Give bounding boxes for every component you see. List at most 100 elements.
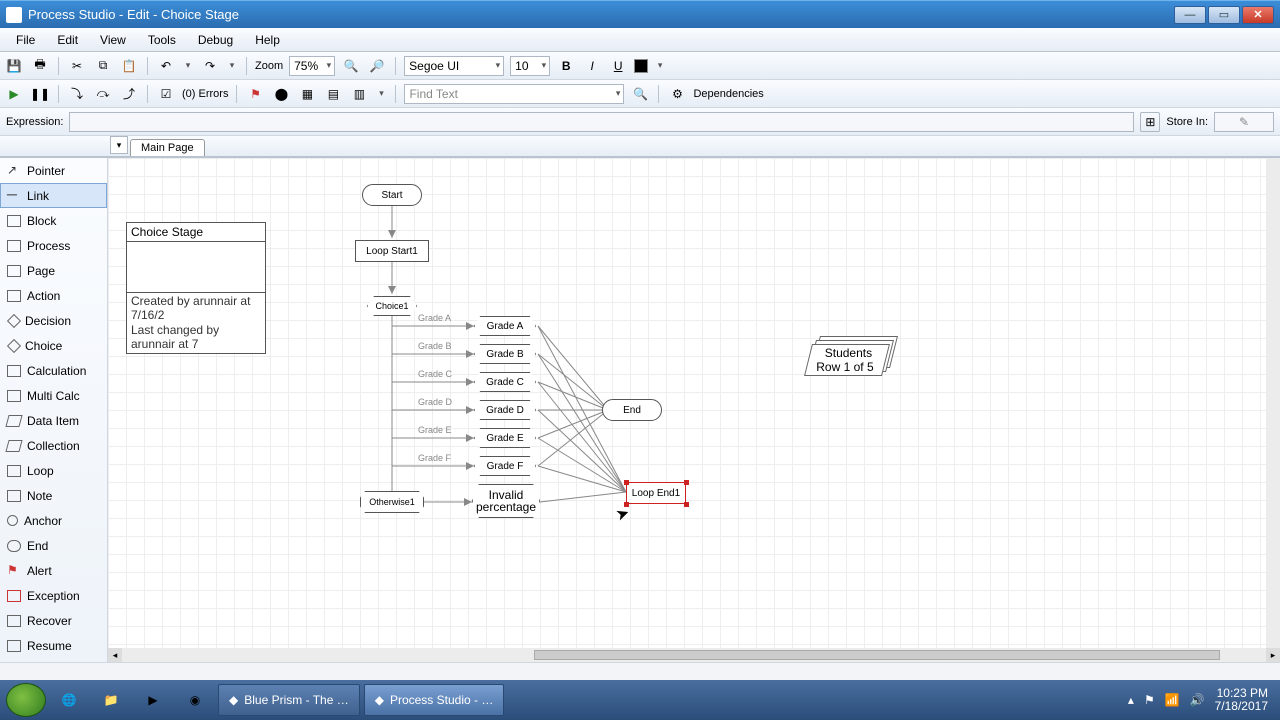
- stepout-icon[interactable]: ⤴: [119, 84, 139, 104]
- copy-icon[interactable]: ⧉: [93, 56, 113, 76]
- find-next-icon[interactable]: 🔍: [630, 84, 650, 104]
- tool-anchor[interactable]: Anchor: [0, 508, 107, 533]
- tray-clock[interactable]: 10:23 PM 7/18/2017: [1215, 687, 1268, 713]
- node-grade-c[interactable]: Grade C: [474, 372, 536, 392]
- menu-debug[interactable]: Debug: [188, 30, 243, 50]
- tool-dataitem[interactable]: Data Item: [0, 408, 107, 433]
- stepover-icon[interactable]: ⤼: [93, 84, 113, 104]
- step-icon[interactable]: ⤵: [67, 84, 87, 104]
- fontsize-select[interactable]: 10: [510, 56, 550, 76]
- start-button[interactable]: [6, 683, 46, 717]
- tool-process[interactable]: Process: [0, 233, 107, 258]
- tool-collection[interactable]: Collection: [0, 433, 107, 458]
- tool-resume[interactable]: Resume: [0, 633, 107, 658]
- deps-label[interactable]: Dependencies: [693, 88, 763, 100]
- errors-label[interactable]: (0) Errors: [182, 88, 228, 100]
- menu-help[interactable]: Help: [245, 30, 290, 50]
- node-grade-e[interactable]: Grade E: [474, 428, 536, 448]
- node-otherwise[interactable]: Otherwise1: [360, 491, 424, 513]
- tray-flag-icon[interactable]: ⚑: [1144, 693, 1155, 707]
- breakpoint-icon[interactable]: ⬤: [271, 84, 291, 104]
- hscroll-left[interactable]: ◂: [108, 648, 122, 662]
- italic-icon[interactable]: I: [582, 56, 602, 76]
- canvas-hscroll[interactable]: ◂ ▸: [108, 648, 1280, 662]
- close-button[interactable]: ✕: [1242, 6, 1274, 24]
- print-icon[interactable]: 🖶: [30, 56, 50, 76]
- run-icon[interactable]: ▶: [4, 84, 24, 104]
- paste-icon[interactable]: 📋: [119, 56, 139, 76]
- node-loopstart[interactable]: Loop Start1: [355, 240, 429, 262]
- canvas-vscroll[interactable]: [1266, 158, 1280, 648]
- taskbar-chrome-icon[interactable]: ◉: [176, 684, 214, 716]
- taskbar-task-processstudio[interactable]: ◆Process Studio - …: [364, 684, 505, 716]
- tool-multicalc[interactable]: Multi Calc: [0, 383, 107, 408]
- node-choice[interactable]: Choice1: [367, 296, 417, 316]
- zoom-in-icon[interactable]: 🔍: [341, 56, 361, 76]
- system-tray[interactable]: ▴ ⚑ 📶 🔊 10:23 PM 7/18/2017: [1128, 687, 1274, 713]
- tool-recover[interactable]: Recover: [0, 608, 107, 633]
- node-start[interactable]: Start: [362, 184, 422, 206]
- tool-calculation[interactable]: Calculation: [0, 358, 107, 383]
- cut-icon[interactable]: ✂: [67, 56, 87, 76]
- taskbar-task-blueprism[interactable]: ◆Blue Prism - The …: [218, 684, 360, 716]
- grid3-icon[interactable]: ▥: [349, 84, 369, 104]
- storein-input[interactable]: ✎: [1214, 112, 1274, 132]
- node-students-collection[interactable]: StudentsRow 1 of 5: [808, 336, 898, 380]
- taskbar-media-icon[interactable]: ▶: [134, 684, 172, 716]
- menu-edit[interactable]: Edit: [47, 30, 88, 50]
- menu-tools[interactable]: Tools: [138, 30, 186, 50]
- pause-icon[interactable]: ❚❚: [30, 84, 50, 104]
- grid1-icon[interactable]: ▦: [297, 84, 317, 104]
- undo-icon[interactable]: ↶: [156, 56, 176, 76]
- grid-dropdown[interactable]: ▾: [375, 88, 387, 99]
- node-invalid[interactable]: Invalid percentage: [472, 484, 540, 518]
- tool-pointer[interactable]: Pointer: [0, 158, 107, 183]
- sel-handle-bl[interactable]: [624, 502, 629, 507]
- menu-file[interactable]: File: [6, 30, 45, 50]
- hscroll-thumb[interactable]: [534, 650, 1220, 660]
- bold-icon[interactable]: B: [556, 56, 576, 76]
- tray-network-icon[interactable]: 📶: [1165, 693, 1180, 707]
- pages-dropdown[interactable]: ▾: [110, 136, 128, 154]
- flag-icon[interactable]: ⚑: [245, 84, 265, 104]
- tool-decision[interactable]: Decision: [0, 308, 107, 333]
- node-end[interactable]: End: [602, 399, 662, 421]
- sel-handle-tl[interactable]: [624, 480, 629, 485]
- font-select[interactable]: Segoe UI: [404, 56, 504, 76]
- sel-handle-br[interactable]: [684, 502, 689, 507]
- find-input[interactable]: Find Text: [404, 84, 624, 104]
- node-grade-b[interactable]: Grade B: [474, 344, 536, 364]
- tool-end[interactable]: End: [0, 533, 107, 558]
- validate-icon[interactable]: ☑: [156, 84, 176, 104]
- tab-main-page[interactable]: Main Page: [130, 139, 205, 156]
- zoom-select[interactable]: 75%: [289, 56, 335, 76]
- tool-link[interactable]: Link: [0, 183, 107, 208]
- zoom-out-icon[interactable]: 🔎: [367, 56, 387, 76]
- expression-input[interactable]: [69, 112, 1134, 132]
- tool-note[interactable]: Note: [0, 483, 107, 508]
- redo-dropdown[interactable]: ▾: [226, 60, 238, 71]
- tool-loop[interactable]: Loop: [0, 458, 107, 483]
- color-swatch[interactable]: [634, 59, 648, 73]
- menu-view[interactable]: View: [90, 30, 136, 50]
- minimize-button[interactable]: —: [1174, 6, 1206, 24]
- redo-icon[interactable]: ↷: [200, 56, 220, 76]
- process-info-box[interactable]: Choice Stage Created by arunnair at 7/16…: [126, 222, 266, 354]
- node-grade-a[interactable]: Grade A: [474, 316, 536, 336]
- tray-up-icon[interactable]: ▴: [1128, 693, 1134, 707]
- node-loopend[interactable]: Loop End1: [626, 482, 686, 504]
- tool-action[interactable]: Action: [0, 283, 107, 308]
- grid2-icon[interactable]: ▤: [323, 84, 343, 104]
- node-grade-f[interactable]: Grade F: [474, 456, 536, 476]
- deps-icon[interactable]: ⚙: [667, 84, 687, 104]
- maximize-button[interactable]: ▭: [1208, 6, 1240, 24]
- underline-icon[interactable]: U: [608, 56, 628, 76]
- save-icon[interactable]: 💾: [4, 56, 24, 76]
- tool-alert[interactable]: Alert: [0, 558, 107, 583]
- tool-choice[interactable]: Choice: [0, 333, 107, 358]
- taskbar-explorer-icon[interactable]: 📁: [92, 684, 130, 716]
- expression-builder-icon[interactable]: ⊞: [1140, 112, 1160, 132]
- sel-handle-tr[interactable]: [684, 480, 689, 485]
- color-dropdown[interactable]: ▾: [654, 60, 666, 71]
- tool-block[interactable]: Block: [0, 208, 107, 233]
